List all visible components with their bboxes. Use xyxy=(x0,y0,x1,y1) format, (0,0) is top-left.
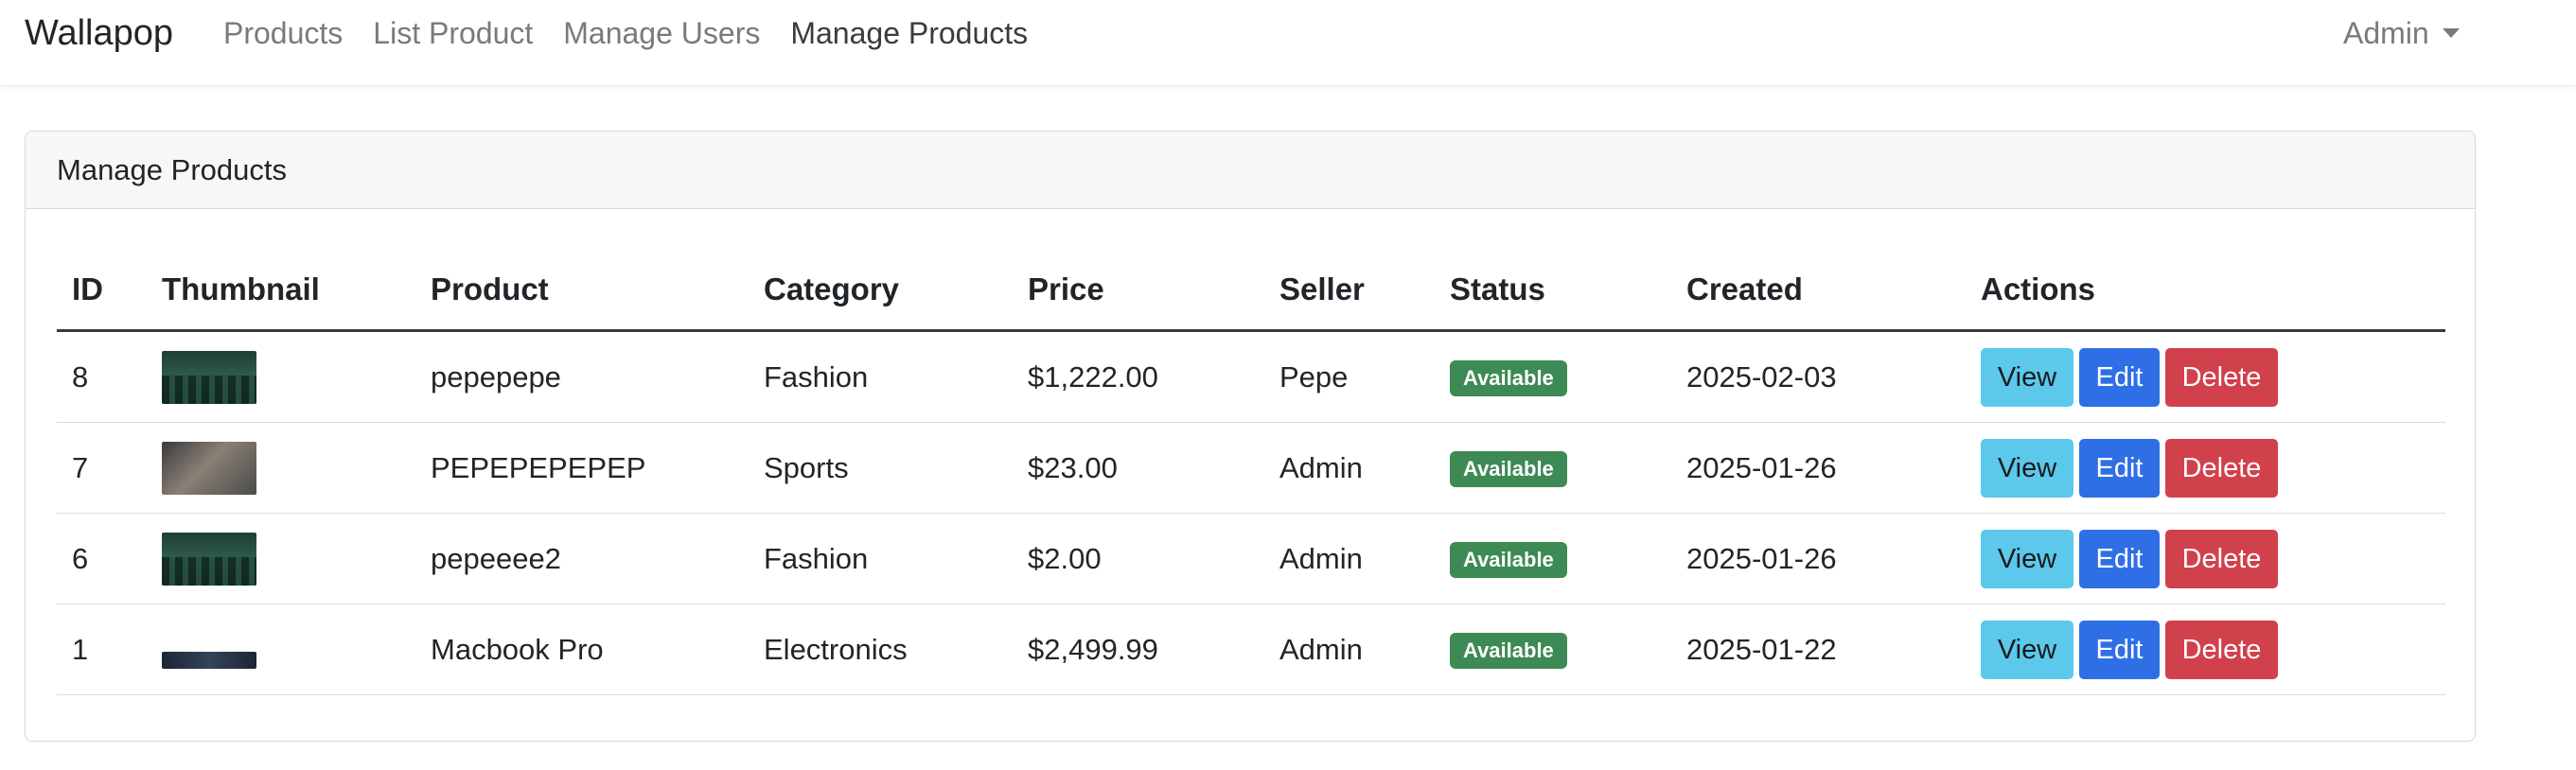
brand-link[interactable]: Wallapop xyxy=(25,9,173,57)
card-title: Manage Products xyxy=(26,131,2475,209)
cell-product: pepepepe xyxy=(415,330,749,423)
cell-seller: Admin xyxy=(1264,513,1435,604)
cell-product: PEPEPEPEPEP xyxy=(415,422,749,514)
status-badge: Available xyxy=(1450,359,1567,396)
manage-products-card: Manage Products ID Thumbnail Product Cat… xyxy=(25,131,2476,742)
products-table: ID Thumbnail Product Category Price Sell… xyxy=(57,249,2445,695)
delete-button[interactable]: Delete xyxy=(2165,620,2278,679)
cell-created: 2025-01-26 xyxy=(1671,422,1966,514)
column-header-product: Product xyxy=(415,249,749,332)
cell-id: 8 xyxy=(57,330,147,423)
gym-thumbnail-image xyxy=(162,441,256,495)
cell-thumbnail xyxy=(147,604,415,695)
nav-link-manage-users[interactable]: Manage Users xyxy=(563,9,760,57)
cell-category: Electronics xyxy=(749,604,1013,695)
cell-thumbnail xyxy=(147,513,415,604)
cell-thumbnail xyxy=(147,330,415,423)
edit-button[interactable]: Edit xyxy=(2079,620,2160,679)
cell-seller: Pepe xyxy=(1264,330,1435,423)
view-button[interactable]: View xyxy=(1981,529,2073,588)
column-header-price: Price xyxy=(1013,249,1264,332)
cell-price: $23.00 xyxy=(1013,422,1264,514)
cell-category: Fashion xyxy=(749,513,1013,604)
cell-id: 7 xyxy=(57,422,147,514)
edit-button[interactable]: Edit xyxy=(2079,438,2160,498)
column-header-seller: Seller xyxy=(1264,249,1435,332)
cell-actions: View Edit Delete xyxy=(1966,513,2445,604)
forest-thumbnail-image xyxy=(162,350,256,404)
cell-product: pepeeee2 xyxy=(415,513,749,604)
column-header-actions: Actions xyxy=(1966,249,2445,332)
nav-link-manage-products[interactable]: Manage Products xyxy=(790,9,1028,57)
status-badge: Available xyxy=(1450,450,1567,487)
laptop-thumbnail-image xyxy=(162,651,256,669)
user-menu-dropdown[interactable]: Admin xyxy=(2343,9,2460,57)
cell-status: Available xyxy=(1435,513,1671,604)
user-menu-label: Admin xyxy=(2343,16,2429,50)
status-badge: Available xyxy=(1450,541,1567,578)
nav-link-products[interactable]: Products xyxy=(223,9,343,57)
cell-created: 2025-01-26 xyxy=(1671,513,1966,604)
caret-down-icon xyxy=(2442,28,2460,38)
cell-price: $2,499.99 xyxy=(1013,604,1264,695)
forest-thumbnail-image xyxy=(162,532,256,586)
cell-seller: Admin xyxy=(1264,604,1435,695)
column-header-thumbnail: Thumbnail xyxy=(147,249,415,332)
table-row: 6 pepeeee2 Fashion $2.00 Admin Available… xyxy=(57,513,2445,604)
cell-status: Available xyxy=(1435,330,1671,423)
table-row: 1 Macbook Pro Electronics $2,499.99 Admi… xyxy=(57,604,2445,695)
edit-button[interactable]: Edit xyxy=(2079,529,2160,588)
cell-category: Sports xyxy=(749,422,1013,514)
column-header-category: Category xyxy=(749,249,1013,332)
table-row: 8 pepepepe Fashion $1,222.00 Pepe Availa… xyxy=(57,330,2445,423)
nav-links: Products List Product Manage Users Manag… xyxy=(223,9,1058,57)
column-header-status: Status xyxy=(1435,249,1671,332)
cell-created: 2025-01-22 xyxy=(1671,604,1966,695)
cell-id: 1 xyxy=(57,604,147,695)
delete-button[interactable]: Delete xyxy=(2165,438,2278,498)
cell-price: $1,222.00 xyxy=(1013,330,1264,423)
cell-actions: View Edit Delete xyxy=(1966,604,2445,695)
cell-id: 6 xyxy=(57,513,147,604)
status-badge: Available xyxy=(1450,632,1567,669)
cell-actions: View Edit Delete xyxy=(1966,330,2445,423)
cell-created: 2025-02-03 xyxy=(1671,330,1966,423)
view-button[interactable]: View xyxy=(1981,620,2073,679)
cell-product: Macbook Pro xyxy=(415,604,749,695)
top-navbar: Wallapop Products List Product Manage Us… xyxy=(0,0,2576,86)
view-button[interactable]: View xyxy=(1981,438,2073,498)
cell-status: Available xyxy=(1435,604,1671,695)
cell-seller: Admin xyxy=(1264,422,1435,514)
nav-link-list-product[interactable]: List Product xyxy=(373,9,533,57)
table-header-row: ID Thumbnail Product Category Price Sell… xyxy=(57,249,2445,332)
column-header-created: Created xyxy=(1671,249,1966,332)
table-row: 7 PEPEPEPEPEP Sports $23.00 Admin Availa… xyxy=(57,422,2445,514)
cell-thumbnail xyxy=(147,422,415,514)
cell-price: $2.00 xyxy=(1013,513,1264,604)
cell-status: Available xyxy=(1435,422,1671,514)
view-button[interactable]: View xyxy=(1981,347,2073,407)
cell-category: Fashion xyxy=(749,330,1013,423)
column-header-id: ID xyxy=(57,249,147,332)
edit-button[interactable]: Edit xyxy=(2079,347,2160,407)
delete-button[interactable]: Delete xyxy=(2165,347,2278,407)
cell-actions: View Edit Delete xyxy=(1966,422,2445,514)
delete-button[interactable]: Delete xyxy=(2165,529,2278,588)
